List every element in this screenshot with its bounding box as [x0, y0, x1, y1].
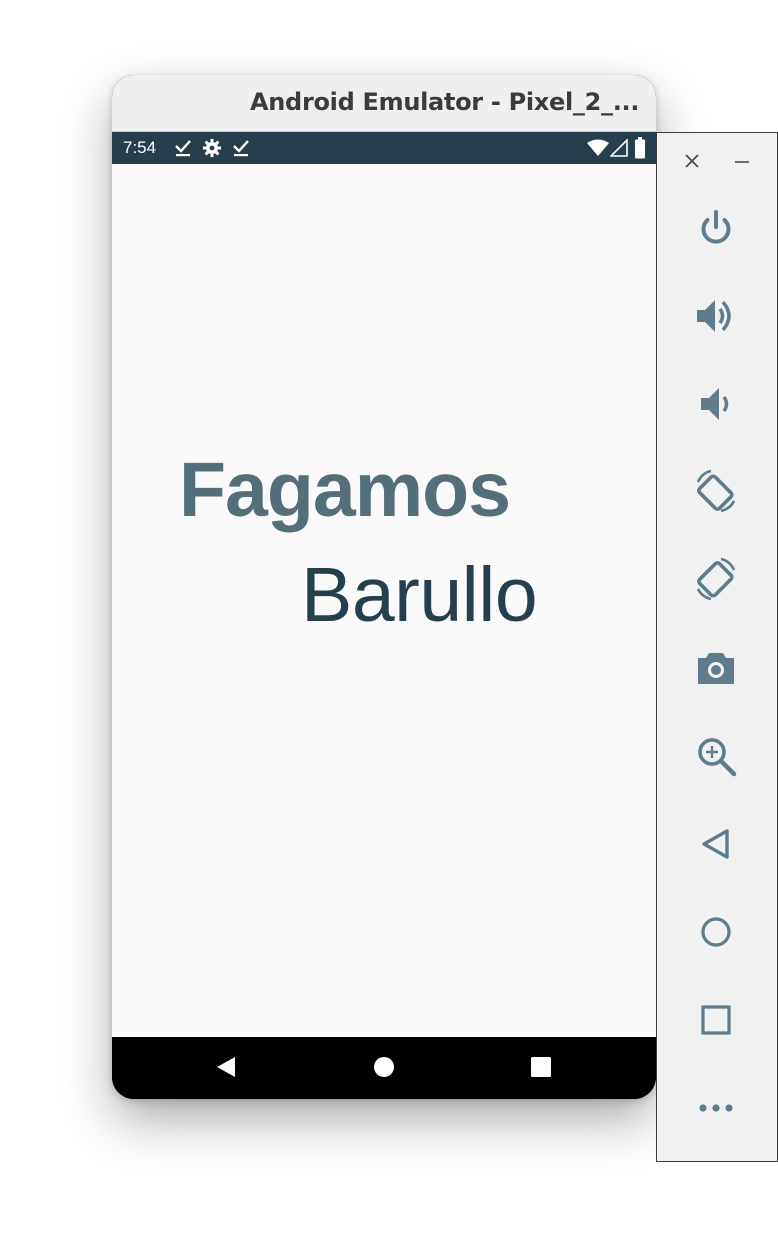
rotate-left-icon[interactable]: [693, 469, 739, 515]
more-icon[interactable]: [693, 1085, 739, 1131]
close-icon[interactable]: [682, 151, 702, 176]
settings-gear-icon: [202, 138, 222, 163]
back-icon[interactable]: [693, 821, 739, 867]
download-done-icon: [174, 138, 192, 163]
overview-icon[interactable]: [693, 997, 739, 1043]
nav-home-icon[interactable]: [373, 1055, 395, 1084]
battery-icon: [634, 137, 646, 164]
window-title: Android Emulator - Pixel_2_...: [250, 88, 640, 116]
android-nav-bar: [112, 1037, 656, 1099]
nav-recents-icon[interactable]: [530, 1055, 552, 1084]
window-titlebar[interactable]: Android Emulator - Pixel_2_...: [112, 75, 656, 132]
app-screen: Fagamos Barullo: [112, 164, 656, 1037]
rotate-right-icon[interactable]: [693, 557, 739, 603]
home-icon[interactable]: [693, 909, 739, 955]
camera-icon[interactable]: [693, 645, 739, 691]
nav-back-icon[interactable]: [215, 1055, 237, 1084]
minimize-icon[interactable]: [732, 151, 752, 176]
android-status-bar: 7:54: [112, 132, 656, 164]
zoom-icon[interactable]: [693, 733, 739, 779]
download-done-icon: [232, 138, 250, 163]
headline-fagamos: Fagamos: [179, 447, 511, 533]
signal-icon: [609, 138, 628, 162]
status-time: 7:54: [123, 138, 157, 157]
emulator-window: Android Emulator - Pixel_2_... 7:54 Faga…: [112, 75, 656, 1099]
volume-up-icon[interactable]: [693, 293, 739, 339]
volume-down-icon[interactable]: [693, 381, 739, 427]
power-icon[interactable]: [693, 205, 739, 251]
wifi-icon: [587, 139, 609, 162]
emulator-toolbar: [656, 132, 778, 1162]
headline-barullo: Barullo: [301, 552, 538, 638]
